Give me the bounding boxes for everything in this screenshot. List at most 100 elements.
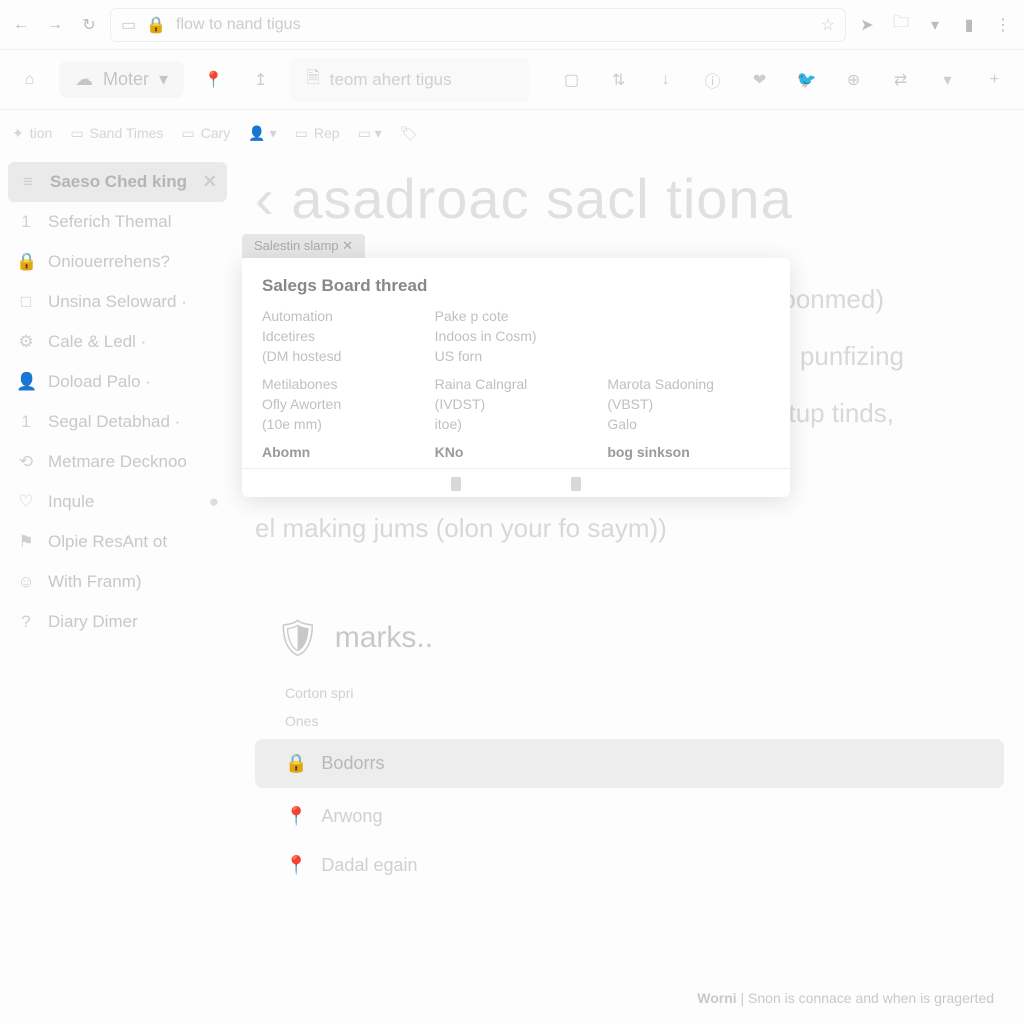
popup-cell <box>607 348 770 364</box>
nav-icon: 📍 <box>285 855 307 876</box>
forward-button[interactable]: → <box>42 12 68 38</box>
sidebar-icon: 1 <box>16 212 36 232</box>
nav-icon: 📍 <box>285 806 307 827</box>
popup-cell: Metilabones <box>262 376 425 392</box>
popup-resize-handles <box>242 468 790 497</box>
sidebar-icon: ? <box>16 612 36 632</box>
close-icon[interactable]: ✕ <box>203 172 217 192</box>
chevron-down-icon: ▾ <box>159 69 168 90</box>
popup-cell: KNo <box>435 444 598 460</box>
sub-item[interactable]: 👤 ▾ <box>248 125 276 142</box>
popup-tab[interactable]: Salestin slamp ✕ <box>242 234 365 258</box>
tab-icon: ▭ <box>121 15 136 35</box>
sidebar-label: Unsina Seloward · <box>48 292 187 312</box>
search-placeholder: teom ahert tigus <box>330 70 452 90</box>
popup-cell: Automation <box>262 308 425 324</box>
sidebar-icon: ⚑ <box>16 532 36 552</box>
sidebar-label: Segal Detabhad · <box>48 412 180 432</box>
sidebar: ≡Saeso Ched king✕1Seferich Themal🔒Onioue… <box>0 156 235 890</box>
chevron-down-icon[interactable]: ▾ <box>922 12 948 38</box>
nav-item[interactable]: 📍 Arwong <box>255 792 1004 841</box>
tool-1[interactable]: ▢ <box>554 62 589 98</box>
star-icon[interactable]: ☆ <box>821 15 835 35</box>
lock-icon: 🔒 <box>146 15 166 35</box>
sidebar-item[interactable]: □ Unsina Seloward · <box>0 282 235 322</box>
sidebar-label: Oniouerrehens? <box>48 252 170 272</box>
sidebar-label: Cale & Ledl · <box>48 332 146 352</box>
sub-item[interactable]: ▭ Cary <box>181 125 230 142</box>
sidebar-item[interactable]: ⚑ Olpie ResAnt ot <box>0 522 235 562</box>
sidebar-label: Doload Palo · <box>48 372 151 392</box>
popup-cell: Indoos in Cosm) <box>435 328 598 344</box>
menu-button[interactable]: ⋮ <box>990 12 1016 38</box>
sub-item[interactable]: 🏷 <box>400 125 418 142</box>
heart-icon[interactable]: ❤ <box>742 62 777 98</box>
popup-card: Salegs Board thread Automation Pake p cot… <box>242 258 790 497</box>
nav-item[interactable]: 🔒Bodorrs <box>255 739 1004 788</box>
app-toolbar: ⌂ ☁ Moter ▾ 📍 ↥ 🗎 teom ahert tigus ▢ ⇅ ↓… <box>0 50 1024 110</box>
search-input[interactable]: 🗎 teom ahert tigus <box>290 57 530 102</box>
send-button[interactable]: ➤ <box>854 12 880 38</box>
chevron-down-icon[interactable]: ▾ <box>930 62 965 98</box>
add-icon[interactable]: ⊕ <box>836 62 871 98</box>
cloud-icon: ☁ <box>75 69 93 90</box>
footer-lead: Worni <box>697 990 736 1006</box>
sidebar-label: Olpie ResAnt ot <box>48 532 167 552</box>
nav-sub: Ones <box>255 707 1004 735</box>
popup-grid: AutomationPake p coteIdcetiresIndoos in … <box>262 308 770 460</box>
sidebar-icon: 1 <box>16 412 36 432</box>
sidebar-item[interactable]: ☺With Franm) <box>0 562 235 602</box>
back-button[interactable]: ← <box>8 12 34 38</box>
sidebar-icon: ☺ <box>16 572 36 592</box>
workspace-label: Moter <box>103 69 149 90</box>
sidebar-item[interactable]: ♡Inqule● <box>0 482 235 522</box>
account-button[interactable]: ▮ <box>956 12 982 38</box>
sidebar-icon: 👤 <box>16 372 36 392</box>
home-button[interactable]: ⌂ <box>12 62 47 98</box>
nav-icon: 🔒 <box>285 753 307 774</box>
sub-item[interactable]: ▭ Rep <box>295 125 340 142</box>
pin-icon[interactable]: 📍 <box>196 62 231 98</box>
popup-cell: US forn <box>435 348 598 364</box>
sidebar-icon: ♡ <box>16 492 36 512</box>
page-icon: 🗎 <box>306 65 320 94</box>
info-icon[interactable]: ⓘ <box>695 62 730 98</box>
popup-title: Salegs Board thread <box>262 276 770 296</box>
sidebar-item[interactable]: 1Seferich Themal <box>0 202 235 242</box>
footer-note: Worni | Snon is connace and when is grag… <box>697 990 994 1006</box>
plus-icon[interactable]: + <box>977 62 1012 98</box>
bird-icon[interactable]: 🐦 <box>789 62 824 98</box>
nav-sub: Corton spri <box>255 679 1004 707</box>
sub-item[interactable]: ▭ ▾ <box>358 125 382 142</box>
reload-button[interactable]: ↻ <box>76 12 102 38</box>
url-bar[interactable]: ▭ 🔒 flow to nand tigus ☆ <box>110 8 846 42</box>
popup-cell <box>607 328 770 344</box>
sub-toolbar: ✦ tion ▭ Sand Times ▭ Cary 👤 ▾ ▭ Rep ▭ ▾… <box>0 110 1024 156</box>
workspace-selector[interactable]: ☁ Moter ▾ <box>59 61 184 98</box>
sidebar-icon: □ <box>16 292 36 312</box>
sidebar-item[interactable]: 1 Segal Detabhad · <box>0 402 235 442</box>
nav-item[interactable]: 📍Dadal egain <box>255 841 1004 890</box>
popup-cell: Pake p cote <box>435 308 598 324</box>
nav-label: Arwong <box>321 806 382 827</box>
shuffle-icon[interactable]: ⇄ <box>883 62 918 98</box>
sidebar-item[interactable]: ? Diary Dimer <box>0 602 235 642</box>
sub-item[interactable]: ✦ tion <box>12 125 52 142</box>
upload-icon[interactable]: ↥ <box>243 62 278 98</box>
sidebar-label: Diary Dimer <box>48 612 138 632</box>
sidebar-item[interactable]: 🔒Oniouerrehens? <box>0 242 235 282</box>
sub-item[interactable]: ▭ Sand Times <box>70 125 163 142</box>
sidebar-item[interactable]: ⚙Cale & Ledl · <box>0 322 235 362</box>
sidebar-label: Inqule <box>48 492 94 512</box>
popup-cell: (VBST) <box>607 396 770 412</box>
sidebar-item[interactable]: ⟲Metmare Decknoo <box>0 442 235 482</box>
sidebar-item[interactable]: ≡Saeso Ched king✕ <box>8 162 227 202</box>
shield-icon: 🛡 <box>275 617 321 659</box>
sidebar-item[interactable]: 👤 Doload Palo · <box>0 362 235 402</box>
resize-handle[interactable] <box>571 477 581 491</box>
tool-3[interactable]: ↓ <box>648 62 683 98</box>
resize-handle[interactable] <box>451 477 461 491</box>
popup-cell: itoe) <box>435 416 598 432</box>
folder-button[interactable]: 🗀 <box>888 12 914 38</box>
tool-2[interactable]: ⇅ <box>601 62 636 98</box>
